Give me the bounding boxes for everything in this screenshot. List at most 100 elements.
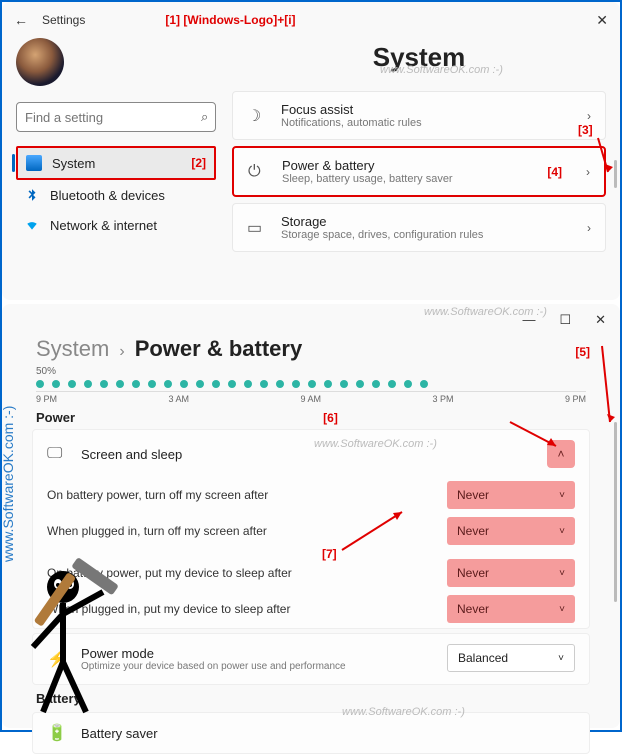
close-icon[interactable]: ✕ (596, 12, 608, 29)
annotation-6: [6] (323, 411, 338, 425)
breadcrumb-system[interactable]: System (36, 336, 109, 362)
chevron-up-icon[interactable]: ˄ (547, 440, 575, 468)
setting-row: When plugged in, turn off my screen afte… (33, 514, 589, 550)
annotation-1: [1] [Windows-Logo]+[i] (165, 13, 295, 27)
minimize-icon[interactable]: — (522, 312, 535, 328)
screen-icon: 🖵 (47, 445, 67, 463)
wifi-icon (24, 217, 40, 233)
annotation-4: [4] (547, 165, 562, 179)
chevron-right-icon: › (586, 165, 590, 179)
power-icon: ⏻ (248, 163, 268, 181)
chart-x-tick: 3 AM (168, 394, 189, 404)
chart-point (36, 380, 44, 388)
chart-point (388, 380, 396, 388)
breadcrumb-current: Power & battery (135, 336, 303, 362)
duration-dropdown[interactable]: Never ˅ (447, 595, 575, 623)
chevron-down-icon: ˅ (558, 653, 564, 664)
sidebar-item-bluetooth[interactable]: Bluetooth & devices (16, 180, 216, 210)
setting-label: When plugged in, turn off my screen afte… (47, 524, 435, 540)
app-title: Settings (42, 13, 85, 27)
chart-point (148, 380, 156, 388)
setting-label: When plugged in, put my device to sleep … (47, 602, 435, 618)
chart-point (68, 380, 76, 388)
chart-point (260, 380, 268, 388)
card-subtitle: Notifications, automatic rules (281, 117, 573, 129)
chart-point (292, 380, 300, 388)
close-icon[interactable]: ✕ (595, 312, 606, 328)
search-input[interactable]: ⌕ (16, 102, 216, 132)
dropdown-value: Never (457, 566, 489, 580)
search-field[interactable] (25, 110, 201, 125)
chevron-down-icon: ˅ (559, 568, 565, 579)
chevron-right-icon: › (587, 221, 591, 235)
battery-chart: 50% 9 PM 3 AM 9 AM 3 PM 9 PM (2, 362, 620, 404)
panel-battery-saver[interactable]: 🔋 Battery saver (32, 712, 590, 754)
avatar[interactable] (16, 38, 64, 86)
chart-point (196, 380, 204, 388)
scrollbar-thumb[interactable] (614, 160, 617, 188)
chart-point (212, 380, 220, 388)
sidebar-item-network[interactable]: Network & internet (16, 210, 216, 240)
chart-point (340, 380, 348, 388)
panel-subtitle: Optimize your device based on power use … (81, 661, 433, 672)
setting-row: On battery power, turn off my screen aft… (33, 478, 589, 514)
chart-point (324, 380, 332, 388)
setting-row: On battery power, put my device to sleep… (33, 556, 589, 592)
chart-point (404, 380, 412, 388)
scrollbar-thumb[interactable] (614, 422, 617, 602)
chart-point (420, 380, 428, 388)
sidebar-item-label: Network & internet (50, 218, 157, 233)
power-mode-icon: ⚡ (47, 649, 67, 669)
chart-point (356, 380, 364, 388)
chart-x-tick: 9 PM (36, 394, 57, 404)
chart-point (180, 380, 188, 388)
setting-label: On battery power, put my device to sleep… (47, 566, 435, 582)
sidebar-item-label: System (52, 156, 95, 171)
power-mode-dropdown[interactable]: Balanced ˅ (447, 644, 575, 672)
dropdown-value: Never (457, 488, 489, 502)
chart-y-tick: 50% (36, 366, 586, 377)
back-button[interactable]: ← (14, 12, 30, 28)
section-header-battery: Battery (2, 685, 620, 708)
chart-point (116, 380, 124, 388)
sidebar-item-label: Bluetooth & devices (50, 188, 165, 203)
annotation-5: [5] (575, 345, 590, 359)
chevron-down-icon: ˅ (559, 490, 565, 501)
card-power-battery[interactable]: ⏻ Power & battery Sleep, battery usage, … (232, 146, 606, 197)
chart-point (52, 380, 60, 388)
panel-title: Screen and sleep (81, 447, 533, 462)
chart-point (308, 380, 316, 388)
card-title: Focus assist (281, 102, 573, 117)
chevron-right-icon: › (119, 343, 124, 361)
chart-point (372, 380, 380, 388)
chart-x-tick: 9 AM (300, 394, 321, 404)
system-icon (26, 155, 42, 171)
chart-point (276, 380, 284, 388)
panel-title: Power mode (81, 646, 433, 661)
chart-point (244, 380, 252, 388)
chart-x-tick: 3 PM (432, 394, 453, 404)
panel-screen-sleep[interactable]: 🖵 Screen and sleep ˄ (33, 430, 589, 478)
duration-dropdown[interactable]: Never ˅ (447, 559, 575, 587)
setting-row: When plugged in, put my device to sleep … (33, 592, 589, 628)
sidebar-item-system[interactable]: System [2] (16, 146, 216, 180)
chart-point (84, 380, 92, 388)
chart-point (164, 380, 172, 388)
watermark-side: www.SoftwareOK.com :-) (0, 406, 16, 562)
card-storage[interactable]: ▭ Storage Storage space, drives, configu… (232, 203, 606, 252)
dropdown-value: Never (457, 602, 489, 616)
card-subtitle: Storage space, drives, configuration rul… (281, 229, 573, 241)
panel-title: Battery saver (81, 726, 575, 741)
chevron-down-icon: ˅ (559, 526, 565, 537)
chart-point (228, 380, 236, 388)
card-title: Power & battery (282, 158, 533, 173)
maximize-icon[interactable]: ☐ (559, 312, 571, 328)
chevron-down-icon: ˅ (559, 604, 565, 615)
duration-dropdown[interactable]: Never ˅ (447, 481, 575, 509)
storage-icon: ▭ (247, 218, 267, 238)
bluetooth-icon (24, 187, 40, 203)
card-focus-assist[interactable]: ☽ Focus assist Notifications, automatic … (232, 91, 606, 140)
battery-icon: 🔋 (47, 723, 67, 743)
duration-dropdown[interactable]: Never˅ (447, 517, 575, 545)
panel-power-mode[interactable]: ⚡ Power mode Optimize your device based … (32, 633, 590, 685)
